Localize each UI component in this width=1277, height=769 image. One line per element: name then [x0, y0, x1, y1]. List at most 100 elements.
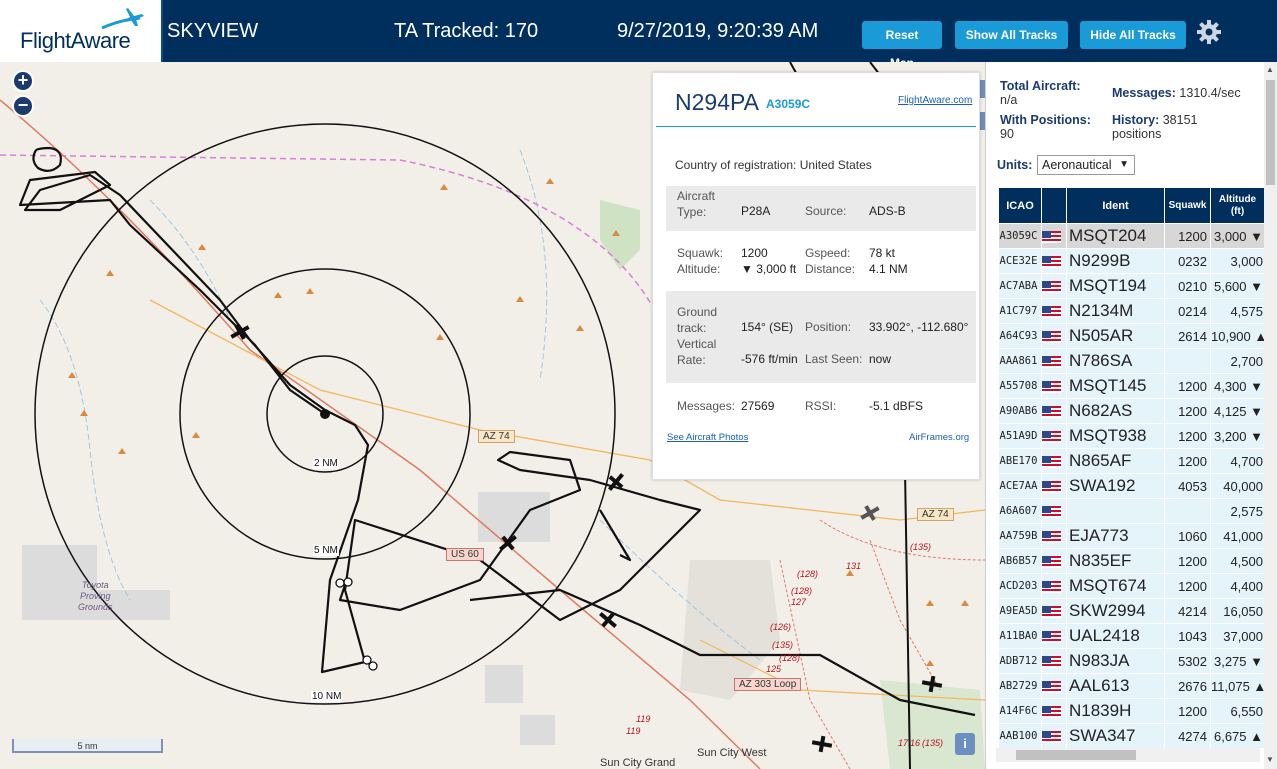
source-value: ADS-B [869, 204, 906, 218]
column-header-icao[interactable]: ICAO [998, 187, 1042, 224]
ident-cell: N2134M [1066, 298, 1165, 324]
reset-map-button[interactable]: Reset Map [862, 21, 942, 70]
icao-cell: AA759B [998, 523, 1042, 549]
table-row[interactable]: A64C93 N505AR 2614 10,900 ▲ [998, 323, 1265, 349]
aircraft-sidebar: Total Aircraft: n/a With Positions: 90 M… [985, 62, 1277, 769]
flag-cell [1041, 373, 1067, 399]
units-label: Units: [997, 158, 1033, 172]
table-row[interactable]: A11BA0 UAL2418 1043 37,000 [998, 623, 1265, 649]
table-row[interactable]: A14F6C N1839H 1200 6,550 [998, 698, 1265, 724]
table-row[interactable]: AAB100 SWA347 4274 6,675 ▲ [998, 723, 1265, 749]
tracked-count: TA Tracked: 170 [394, 20, 539, 42]
map-info-button[interactable]: i [955, 733, 975, 755]
altitude-cell: 2,575 [1210, 498, 1265, 524]
squawk-cell: 0232 [1164, 248, 1211, 274]
source-label: Source: [805, 204, 847, 218]
squawk-cell: 1200 [1164, 698, 1211, 724]
altitude-cell: 3,000 [1210, 248, 1265, 274]
altitude-cell: 11,075 ▲ [1210, 673, 1265, 699]
us-flag-icon [1042, 531, 1061, 544]
popup-country: Country of registration: United States [675, 158, 872, 172]
us-flag-icon [1042, 231, 1061, 244]
ident-cell: N983JA [1066, 648, 1165, 674]
scroll-up-arrow-icon[interactable]: ▲ [1266, 65, 1274, 74]
column-header-ident[interactable]: Ident [1066, 187, 1165, 224]
units-select[interactable]: Aeronautical ▼ [1037, 155, 1135, 175]
table-row[interactable]: A9EA5D SKW2994 4214 16,050 [998, 598, 1265, 624]
table-row[interactable]: AAA861 N786SA 2,700 [998, 348, 1265, 374]
last-seen-value: now [869, 352, 892, 366]
altitude-cell: 3,275 ▼ [1210, 648, 1265, 674]
with-positions-stat: With Positions: 90 [1000, 113, 1091, 141]
table-row[interactable]: A90AB6 N682AS 1200 4,125 ▼ [998, 398, 1265, 424]
flag-cell [1041, 473, 1067, 499]
horizontal-scrollbar-thumb[interactable] [1016, 750, 1136, 760]
table-row[interactable]: A55708 MSQT145 1200 4,300 ▼ [998, 373, 1265, 399]
squawk-cell: 1200 [1164, 373, 1211, 399]
zoom-in-button[interactable]: + [12, 70, 34, 92]
range-label-5nm: 5 NM [313, 545, 339, 556]
icao-cell: A14F6C [998, 698, 1042, 724]
icao-cell: A11BA0 [998, 623, 1042, 649]
map-road-number: 119 [626, 726, 641, 736]
flag-cell [1041, 298, 1067, 324]
map-road-number: (128) [797, 569, 819, 579]
map-road-number: 119 [636, 714, 651, 724]
table-row[interactable]: AB6B57 N835EF 1200 4,500 [998, 548, 1265, 574]
flag-cell [1041, 248, 1067, 274]
flightaware-logo[interactable]: FlightAware [0, 0, 163, 62]
header-bar: FlightAware SKYVIEW TA Tracked: 170 9/27… [0, 0, 1277, 70]
us-flag-icon [1042, 706, 1061, 719]
hide-all-tracks-button[interactable]: Hide All Tracks [1080, 21, 1186, 49]
squawk-cell: 1200 [1164, 448, 1211, 474]
table-row[interactable]: A51A9D MSQT938 1200 3,200 ▼ [998, 423, 1265, 449]
column-header-flag[interactable] [1041, 187, 1067, 224]
sidebar-vertical-scrollbar[interactable]: ▲ ▼ [1264, 62, 1277, 769]
us-flag-icon [1042, 306, 1061, 319]
flag-cell [1041, 673, 1067, 699]
flag-cell [1041, 623, 1067, 649]
scrollbar-thumb[interactable] [1266, 80, 1275, 185]
sidebar-horizontal-scrollbar[interactable] [996, 748, 1260, 762]
altitude-cell: 10,900 ▲ [1210, 323, 1265, 349]
map-scale-bar: 5 nm [12, 739, 163, 753]
table-row[interactable]: ACE32E N9299B 0232 3,000 [998, 248, 1265, 274]
us-flag-icon [1042, 381, 1061, 394]
squawk-label: Squawk: [677, 246, 724, 260]
zoom-out-button[interactable]: − [12, 95, 34, 117]
ground-track-label: Ground track: [677, 305, 718, 335]
table-row[interactable]: ADB712 N983JA 5302 3,275 ▼ [998, 648, 1265, 674]
us-flag-icon [1042, 481, 1061, 494]
flag-cell [1041, 348, 1067, 374]
distance-value: 4.1 NM [869, 262, 908, 276]
column-header-altitude[interactable]: Altitude (ft) [1210, 187, 1265, 224]
table-row[interactable]: AC7ABA MSQT194 0210 5,600 ▼ [998, 273, 1265, 299]
road-label-az74: AZ 74 [478, 430, 515, 443]
gear-icon[interactable] [1196, 19, 1222, 45]
flightaware-link[interactable]: FlightAware.com [898, 95, 972, 106]
aircraft-type-value: P28A [741, 204, 771, 218]
popup-messages-row: Messages: 27569 RSSI: -5.1 dBFS [666, 398, 976, 418]
aircraft-photos-link[interactable]: See Aircraft Photos [667, 432, 748, 443]
table-row[interactable]: ACE7AA SWA192 4053 40,000 [998, 473, 1265, 499]
icao-cell: AC7ABA [998, 273, 1042, 299]
squawk-cell: 1200 [1164, 548, 1211, 574]
table-row[interactable]: AA759B EJA773 1060 41,000 [998, 523, 1265, 549]
last-seen-label: Last Seen: [805, 352, 863, 366]
table-row[interactable]: AB2729 AAL613 2676 11,075 ▲ [998, 673, 1265, 699]
table-row[interactable]: ABE170 N865AF 1200 4,700 [998, 448, 1265, 474]
units-value: Aeronautical [1042, 158, 1112, 172]
show-all-tracks-button[interactable]: Show All Tracks [955, 21, 1068, 49]
icao-cell: A90AB6 [998, 398, 1042, 424]
table-row[interactable]: A3059C MSQT204 1200 3,000 ▼ [998, 223, 1265, 249]
column-header-squawk[interactable]: Squawk [1164, 187, 1211, 224]
table-row[interactable]: A6A607 2,575 [998, 498, 1265, 524]
flag-cell [1041, 448, 1067, 474]
icao-cell: A3059C [998, 223, 1042, 249]
airframes-link[interactable]: AirFrames.org [909, 432, 969, 443]
table-row[interactable]: A1C797 N2134M 0214 4,575 [998, 298, 1265, 324]
skyview-app: FlightAware SKYVIEW TA Tracked: 170 9/27… [0, 0, 1277, 769]
altitude-cell: 16,050 [1210, 598, 1265, 624]
table-row[interactable]: ACD203 MSQT674 1200 4,400 [998, 573, 1265, 599]
scroll-down-arrow-icon[interactable]: ▼ [1266, 755, 1274, 764]
